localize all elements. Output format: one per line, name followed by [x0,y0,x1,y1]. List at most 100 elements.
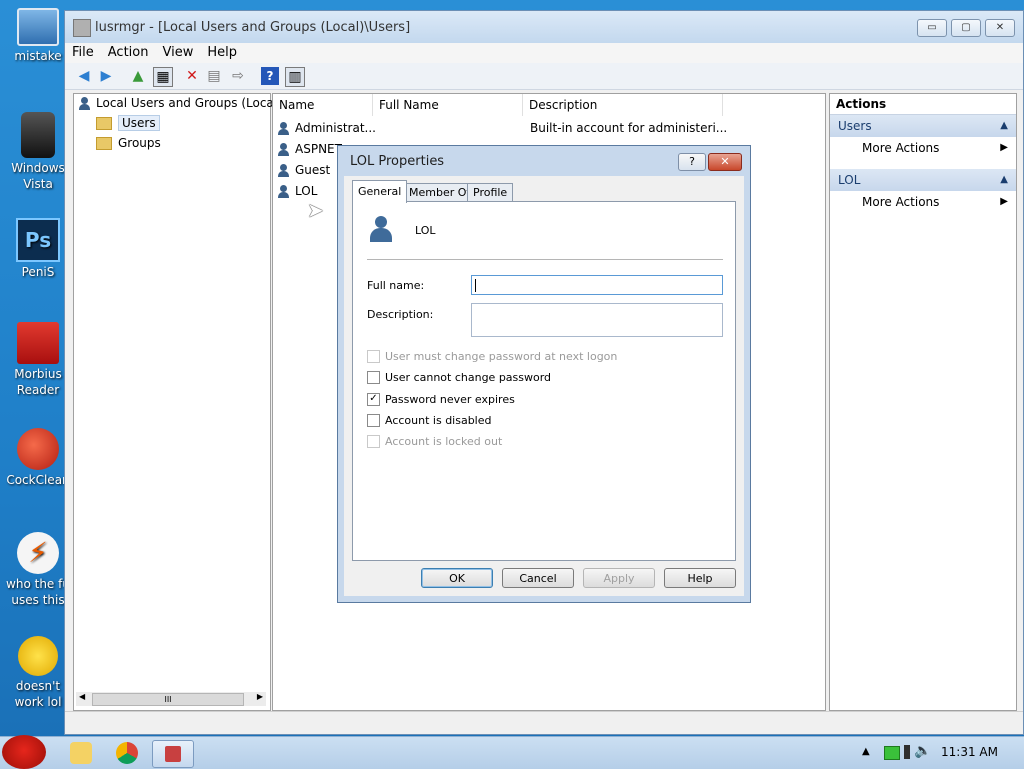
desktop-icon-yahoo[interactable]: doesn't work lol [6,636,70,710]
menu-bar: File Action View Help [65,43,1023,63]
explorer-quicklaunch-icon[interactable] [70,742,92,764]
desktop-icon-mistake[interactable]: mistake [6,8,70,64]
actions-section-lol[interactable]: LOL ▲ [830,169,1016,191]
actions-section-users[interactable]: Users ▲ [830,115,1016,137]
tab-general[interactable]: General [352,180,408,203]
text-caret [475,279,476,292]
battery-icon[interactable] [904,745,910,759]
user-icon [277,142,291,157]
desktop-icon-cleaner[interactable]: CockClean [6,428,70,488]
trash-bin-icon [21,112,55,158]
scroll-left-icon[interactable]: ◀ [79,692,85,701]
full-name-input[interactable] [471,275,723,295]
tree-hscrollbar[interactable]: ◀ III ▶ [76,692,266,706]
checkbox-box[interactable] [367,349,380,363]
lol-properties-dialog: LOL Properties ? ✕ General Member Of Pro… [337,145,751,603]
forward-arrow-icon[interactable]: ▶ [97,67,115,85]
network-icon[interactable] [884,746,900,760]
clock[interactable]: 11:31 AM [941,745,998,759]
tray-up-arrow-icon[interactable]: ▲ [862,746,870,757]
checkbox-cannot-change-password[interactable]: User cannot change password [367,370,551,386]
lusrmgr-taskbar-icon [165,746,181,762]
dialog-close-button[interactable]: ✕ [708,153,742,171]
user-icon [277,121,291,136]
desktop-icon-pdf-reader[interactable]: Morbius Reader [6,322,70,398]
ok-button[interactable]: OK [421,568,493,588]
full-name-label: Full name: [367,279,425,292]
maximize-button[interactable]: ▢ [951,19,981,37]
start-button-angry-bird-icon[interactable] [2,735,46,769]
chrome-quicklaunch-icon[interactable] [116,742,138,764]
user-name: ASPNET [295,142,342,156]
delete-icon[interactable]: ✕ [183,67,201,85]
table-row[interactable]: Guest [277,160,330,180]
checkbox-password-never-expires[interactable]: ✓ Password never expires [367,392,515,408]
dialog-title: LOL Properties [350,154,445,169]
checkbox-box[interactable] [367,413,380,427]
desktop-icon-windows-vista[interactable]: Windows Vista [6,112,70,192]
tree-root[interactable]: Local Users and Groups (Loca [78,96,274,114]
checkbox-box[interactable] [367,434,380,448]
description-label: Description: [367,308,434,321]
tree-item-users[interactable]: Users [96,115,160,134]
checkbox-account-locked-out[interactable]: Account is locked out [367,434,502,450]
actions-header: Actions [830,94,1016,115]
close-button[interactable]: ✕ [985,19,1015,37]
back-arrow-icon[interactable]: ◀ [75,67,93,85]
checkmark-icon[interactable]: ✓ [367,392,380,406]
title-bar[interactable]: lusrmgr - [Local Users and Groups (Local… [65,11,1023,43]
collapse-up-icon[interactable]: ▲ [1000,115,1008,137]
tree-root-label: Local Users and Groups (Loca [96,96,274,110]
column-header-fullname[interactable]: Full Name [373,94,523,116]
tree-item-groups[interactable]: Groups [96,136,161,154]
users-groups-icon [78,96,92,111]
help-button[interactable]: Help [664,568,736,588]
cancel-button[interactable]: Cancel [502,568,574,588]
user-icon [277,163,291,178]
separator [367,259,723,260]
desktop-icon-winamp[interactable]: ⚡ who the fu uses this [6,532,70,608]
desktop-icon-label: PeniS [21,265,55,279]
checkbox-account-disabled[interactable]: Account is disabled [367,413,492,429]
table-row[interactable]: ASPNET [277,139,342,159]
help-icon[interactable]: ? [261,67,279,85]
desktop-icon-label: doesn't work lol [14,679,62,709]
taskbar-lusrmgr-button[interactable] [152,740,194,768]
section-title: LOL [838,173,861,187]
column-header-description[interactable]: Description [523,94,723,116]
desktop-icon-label: CockClean [6,473,70,487]
menu-help[interactable]: Help [200,43,244,62]
collapse-up-icon[interactable]: ▲ [1000,169,1008,191]
export-list-icon[interactable]: ⇨ [229,67,247,85]
table-row[interactable]: Administrat... Built-in account for admi… [277,118,727,138]
desktop-icon-label: Morbius Reader [14,367,62,397]
checkbox-must-change-password[interactable]: User must change password at next logon [367,349,617,365]
tab-profile[interactable]: Profile [467,183,514,202]
apply-button[interactable]: Apply [583,568,655,588]
minimize-button[interactable]: ▭ [917,19,947,37]
action-label: More Actions [862,195,940,209]
action-label: More Actions [862,141,940,155]
lightning-icon: ⚡ [17,532,59,574]
more-actions-lol[interactable]: More Actions ▶ [830,191,1016,213]
volume-icon[interactable]: 🔈 [914,743,931,759]
desktop-icon-photoshop[interactable]: Ps PeniS [6,218,70,280]
properties-icon[interactable]: ▤ [205,67,223,85]
show-action-pane-icon[interactable]: ▥ [285,67,305,87]
tab-member-of[interactable]: Member Of [403,183,477,202]
checkbox-box[interactable] [367,370,380,384]
submenu-arrow-icon: ▶ [1000,196,1008,207]
up-folder-icon[interactable]: ▲ [129,67,147,85]
dialog-help-button[interactable]: ? [678,153,706,171]
toolbar: ◀ ▶ ▲ ▦ ✕ ▤ ⇨ ? ▥ [65,63,1023,90]
scroll-thumb[interactable]: III [92,693,244,706]
menu-file[interactable]: File [65,43,101,62]
menu-action[interactable]: Action [101,43,156,62]
menu-view[interactable]: View [155,43,200,62]
mouse-cursor-icon: ➤ [307,198,324,222]
more-actions-users[interactable]: More Actions ▶ [830,137,1016,159]
scroll-right-icon[interactable]: ▶ [257,692,263,701]
show-hide-tree-icon[interactable]: ▦ [153,67,173,87]
column-header-name[interactable]: Name [273,94,373,116]
description-input[interactable] [471,303,723,337]
